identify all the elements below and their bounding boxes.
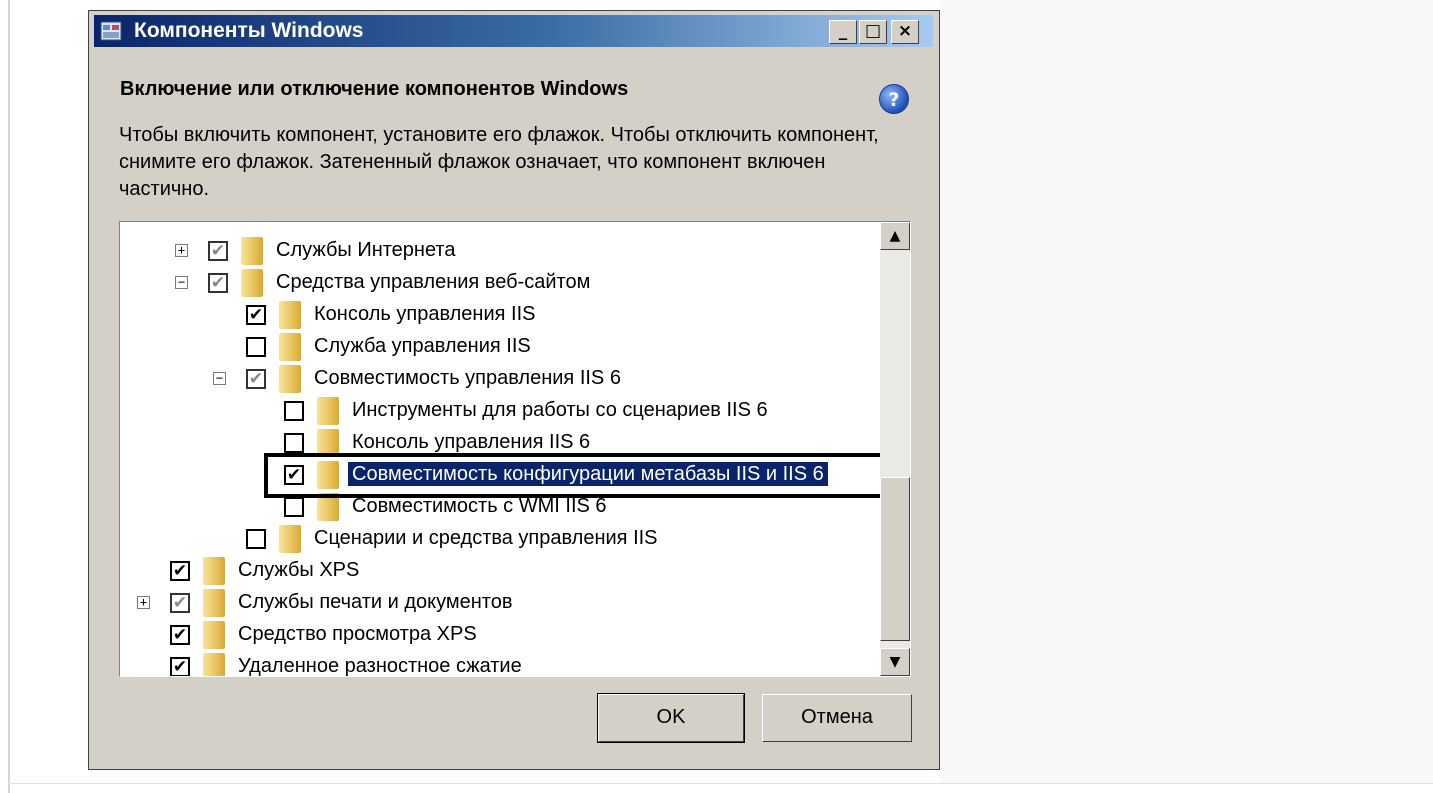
tree-item-label: Совместимость конфигурации метабазы IIS … [348, 462, 828, 486]
tree-item[interactable]: ✔ Консоль управления IIS [120, 298, 910, 330]
collapse-icon[interactable]: − [213, 372, 226, 385]
checkbox[interactable] [246, 529, 266, 549]
checkbox[interactable]: ✔ [170, 657, 190, 676]
help-icon[interactable]: ? [879, 84, 909, 114]
tree-item[interactable]: ✔ Удаленное разностное сжатие [120, 650, 910, 677]
tree-item[interactable]: Совместимость с WMI IIS 6 [120, 490, 910, 522]
tree-item-label: Службы Интернета [276, 239, 456, 261]
tree-item-label: Удаленное разностное сжатие [238, 655, 522, 677]
tree-item[interactable]: Сценарии и средства управления IIS [120, 522, 910, 554]
windows-features-dialog: Компоненты Windows _ □ × Включение или о… [88, 10, 940, 770]
instructions-text: Чтобы включить компонент, установите его… [119, 124, 879, 200]
expand-icon[interactable]: + [175, 244, 188, 257]
tree-item[interactable]: − ✔ Совместимость управления IIS 6 [120, 362, 910, 394]
scroll-thumb[interactable] [880, 477, 910, 641]
page-bottom-border [8, 783, 1433, 784]
tree-item-label: Средства управления веб-сайтом [276, 271, 591, 293]
tree-item-label: Консоль управления IIS [314, 303, 536, 325]
tree-item[interactable]: Инструменты для работы со сценариев IIS … [120, 394, 910, 426]
checkbox[interactable]: ✔ [208, 241, 228, 261]
tree-item-label: Службы XPS [238, 559, 360, 581]
maximize-button[interactable]: □ [859, 20, 887, 44]
window-title: Компоненты Windows [134, 19, 364, 42]
folder-icon [279, 333, 301, 361]
title-bar[interactable]: Компоненты Windows _ □ × [94, 15, 933, 47]
close-button[interactable]: × [891, 20, 919, 44]
folder-icon [317, 461, 339, 489]
minimize-button[interactable]: _ [829, 20, 857, 44]
tree-item[interactable]: Служба управления IIS [120, 330, 910, 362]
folder-icon [203, 589, 225, 617]
ok-button[interactable]: OK [597, 693, 745, 743]
collapse-icon[interactable]: − [175, 276, 188, 289]
features-tree[interactable]: + ✔ Службы Интернета − ✔ Средства управл… [119, 221, 911, 677]
window-icon [100, 21, 122, 41]
dialog-heading: Включение или отключение компонентов Win… [120, 78, 629, 100]
scroll-down-button[interactable]: ▼ [880, 648, 910, 676]
folder-icon [317, 397, 339, 425]
tree-item[interactable]: ✔ Службы XPS [120, 554, 910, 586]
checkbox[interactable]: ✔ [246, 305, 266, 325]
folder-icon [203, 621, 225, 649]
tree-item[interactable]: − ✔ Средства управления веб-сайтом [120, 266, 910, 298]
page-left-border [8, 0, 10, 793]
vertical-scrollbar[interactable]: ▲ ▼ [880, 222, 910, 676]
checkbox[interactable] [284, 497, 304, 517]
tree-item-label: Совместимость управления IIS 6 [314, 367, 621, 389]
tree-item-label: Инструменты для работы со сценариев IIS … [352, 399, 768, 421]
folder-icon [203, 557, 225, 585]
tree-item-label: Служба управления IIS [314, 335, 531, 357]
checkbox[interactable] [246, 337, 266, 357]
folder-icon [279, 301, 301, 329]
tree-item-label: Консоль управления IIS 6 [352, 431, 591, 453]
checkbox[interactable]: ✔ [170, 625, 190, 645]
folder-icon [241, 269, 263, 297]
folder-icon [279, 365, 301, 393]
folder-icon [241, 237, 263, 265]
checkbox[interactable]: ✔ [284, 465, 304, 485]
checkbox[interactable] [284, 401, 304, 421]
checkbox[interactable] [284, 433, 304, 453]
checkbox[interactable]: ✔ [246, 369, 266, 389]
checkbox[interactable]: ✔ [208, 273, 228, 293]
tree-item-label: Средство просмотра XPS [238, 623, 477, 645]
folder-icon [279, 525, 301, 553]
tree-item[interactable]: + ✔ Службы печати и документов [120, 586, 910, 618]
checkbox[interactable]: ✔ [170, 561, 190, 581]
right-background [940, 0, 1433, 783]
tree-item-label: Совместимость с WMI IIS 6 [352, 495, 607, 517]
tree-item-selected[interactable]: ✔ Совместимость конфигурации метабазы II… [120, 458, 910, 490]
tree-item[interactable]: ✔ Средство просмотра XPS [120, 618, 910, 650]
cancel-button[interactable]: Отмена [762, 694, 912, 742]
folder-icon [317, 493, 339, 521]
folder-icon [203, 653, 225, 676]
tree-item-label: Службы печати и документов [238, 591, 513, 613]
scroll-up-button[interactable]: ▲ [880, 222, 910, 250]
expand-icon[interactable]: + [137, 596, 150, 609]
tree-item[interactable]: Консоль управления IIS 6 [120, 426, 910, 458]
tree-item-label: Сценарии и средства управления IIS [314, 527, 658, 549]
checkbox[interactable]: ✔ [170, 593, 190, 613]
tree-item[interactable]: + ✔ Службы Интернета [120, 234, 910, 266]
folder-icon [317, 429, 339, 457]
